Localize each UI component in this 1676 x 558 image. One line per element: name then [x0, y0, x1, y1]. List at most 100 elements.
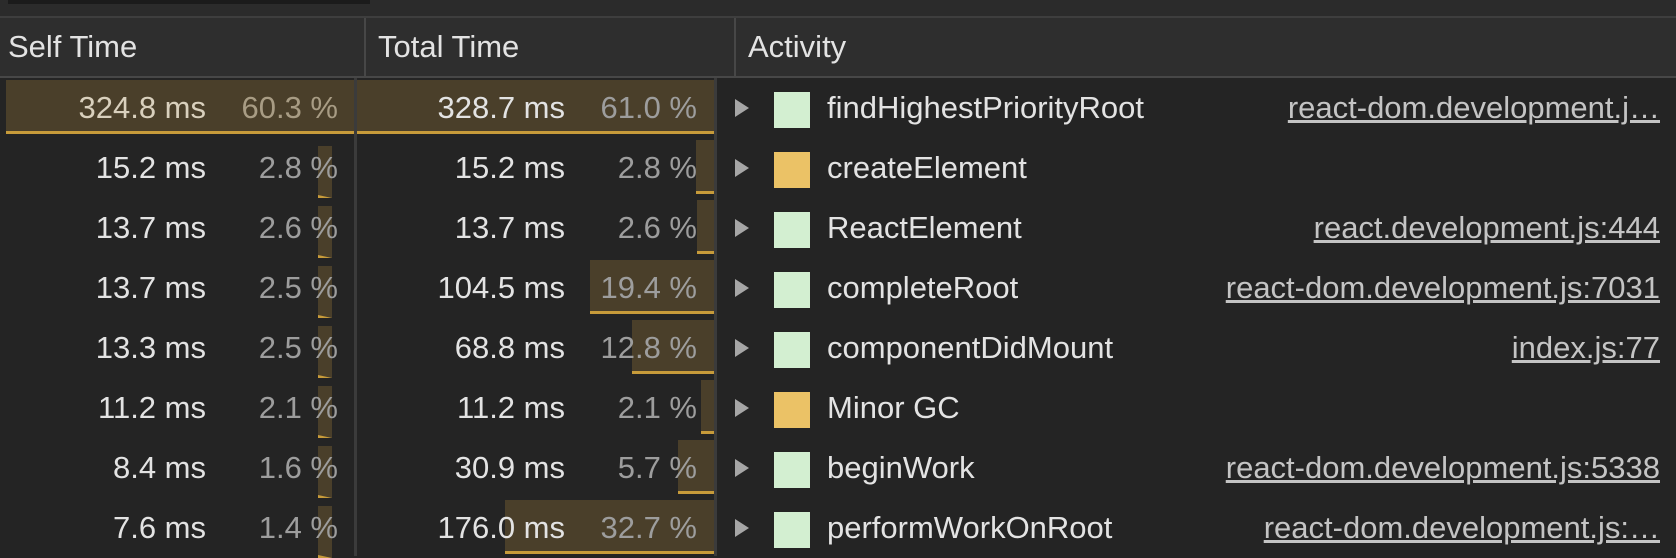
total-time-value: 68.8 ms: [454, 330, 565, 365]
total-time-column-header[interactable]: Total Time: [370, 18, 734, 76]
self-time-cell: 324.8 ms 60.3 %: [0, 78, 354, 138]
self-time-value: 8.4 ms: [112, 450, 206, 485]
expand-triangle-icon[interactable]: [735, 159, 749, 177]
total-time-percent: 19.4 %: [600, 270, 697, 305]
table-row[interactable]: 15.2 ms 2.8 % 15.2 ms 2.8 % createElement: [0, 138, 1676, 198]
category-color-swatch: [774, 212, 810, 248]
source-link[interactable]: react-dom.development.js:7031: [1226, 258, 1660, 318]
source-link[interactable]: index.js:77: [1512, 318, 1660, 378]
expand-triangle-icon[interactable]: [735, 399, 749, 417]
total-time-cell: 68.8 ms 12.8 %: [357, 318, 714, 378]
activity-name: beginWork: [827, 450, 975, 485]
toolbar-tab-stub: [8, 0, 370, 4]
activity-name: componentDidMount: [827, 330, 1114, 365]
total-time-percent: 32.7 %: [600, 510, 697, 545]
activity-cell: Minor GC: [717, 378, 1676, 438]
category-color-swatch: [774, 452, 810, 488]
self-time-cell: 8.4 ms 1.6 %: [0, 438, 354, 498]
self-time-value: 7.6 ms: [112, 510, 206, 545]
total-time-cell: 15.2 ms 2.8 %: [357, 138, 714, 198]
self-time-value: 13.7 ms: [95, 270, 206, 305]
category-color-swatch: [774, 272, 810, 308]
total-time-value: 176.0 ms: [437, 510, 565, 545]
self-time-percent: 2.1 %: [258, 390, 338, 425]
self-time-value: 13.3 ms: [95, 330, 206, 365]
self-time-value: 11.2 ms: [98, 390, 206, 425]
self-time-cell: 7.6 ms 1.4 %: [0, 498, 354, 558]
activity-name: findHighestPriorityRoot: [827, 90, 1145, 125]
total-time-percent: 61.0 %: [600, 90, 697, 125]
activity-column-header[interactable]: Activity: [740, 18, 1676, 76]
expand-triangle-icon[interactable]: [735, 279, 749, 297]
total-time-bar: [701, 380, 714, 434]
activity-cell: performWorkOnRoot react-dom.development.j…: [717, 498, 1676, 558]
table-row[interactable]: 8.4 ms 1.6 % 30.9 ms 5.7 % beginWork react-do…: [0, 438, 1676, 498]
source-link[interactable]: react-dom.development.j…: [1288, 78, 1660, 138]
activity-cell: createElement: [717, 138, 1676, 198]
header-divider[interactable]: [364, 18, 366, 76]
total-time-percent: 12.8 %: [600, 330, 697, 365]
table-row[interactable]: 13.3 ms 2.5 % 68.8 ms 12.8 % componentDidMou…: [0, 318, 1676, 378]
table-row[interactable]: 7.6 ms 1.4 % 176.0 ms 32.7 % performWorkOnRo…: [0, 498, 1676, 558]
table-row[interactable]: 11.2 ms 2.1 % 11.2 ms 2.1 % Minor GC: [0, 378, 1676, 438]
source-link[interactable]: react.development.js:444: [1314, 198, 1660, 258]
category-color-swatch: [774, 92, 810, 128]
expand-triangle-icon[interactable]: [735, 519, 749, 537]
total-time-bar: [696, 140, 714, 194]
total-time-value: 13.7 ms: [454, 210, 565, 245]
total-time-bar: [697, 200, 714, 254]
table-row[interactable]: 13.7 ms 2.6 % 13.7 ms 2.6 % ReactElement reac…: [0, 198, 1676, 258]
source-link[interactable]: react-dom.development.js:5338: [1226, 438, 1660, 498]
self-time-value: 324.8 ms: [78, 90, 206, 125]
self-time-percent: 2.6 %: [258, 210, 338, 245]
self-time-percent: 2.8 %: [258, 150, 338, 185]
total-time-percent: 2.1 %: [617, 390, 697, 425]
header-divider[interactable]: [734, 18, 736, 76]
activity-cell: beginWork react-dom.development.js:5338: [717, 438, 1676, 498]
table-header: Self Time Total Time Activity: [0, 18, 1676, 78]
activity-cell: ReactElement react.development.js:444: [717, 198, 1676, 258]
total-time-cell: 30.9 ms 5.7 %: [357, 438, 714, 498]
panel-toolbar-strip: [0, 0, 1676, 18]
self-time-percent: 60.3 %: [241, 90, 338, 125]
total-time-percent: 2.8 %: [617, 150, 697, 185]
activity-name: Minor GC: [827, 390, 960, 425]
source-link[interactable]: react-dom.development.js:…: [1264, 498, 1660, 558]
activity-name: completeRoot: [827, 270, 1019, 305]
total-time-cell: 328.7 ms 61.0 %: [357, 78, 714, 138]
activity-name: createElement: [827, 150, 1027, 185]
activity-cell: findHighestPriorityRoot react-dom.develop…: [717, 78, 1676, 138]
self-time-column-header[interactable]: Self Time: [0, 18, 364, 76]
total-time-cell: 104.5 ms 19.4 %: [357, 258, 714, 318]
total-time-percent: 5.7 %: [617, 450, 697, 485]
self-time-value: 13.7 ms: [95, 210, 206, 245]
activity-cell: completeRoot react-dom.development.js:703…: [717, 258, 1676, 318]
self-time-value: 15.2 ms: [95, 150, 206, 185]
self-time-percent: 2.5 %: [258, 330, 338, 365]
table-row[interactable]: 324.8 ms 60.3 % 328.7 ms 61.0 % findHighestP…: [0, 78, 1676, 138]
activity-name: ReactElement: [827, 210, 1022, 245]
total-time-value: 104.5 ms: [437, 270, 565, 305]
self-time-cell: 13.7 ms 2.5 %: [0, 258, 354, 318]
expand-triangle-icon[interactable]: [735, 339, 749, 357]
expand-triangle-icon[interactable]: [735, 99, 749, 117]
activity-cell: componentDidMount index.js:77: [717, 318, 1676, 378]
total-time-cell: 11.2 ms 2.1 %: [357, 378, 714, 438]
self-time-cell: 13.7 ms 2.6 %: [0, 198, 354, 258]
total-time-percent: 2.6 %: [617, 210, 697, 245]
total-time-value: 30.9 ms: [454, 450, 565, 485]
total-time-value: 328.7 ms: [437, 90, 565, 125]
activity-name: performWorkOnRoot: [827, 510, 1113, 545]
self-time-cell: 11.2 ms 2.1 %: [0, 378, 354, 438]
category-color-swatch: [774, 332, 810, 368]
self-time-percent: 2.5 %: [258, 270, 338, 305]
table-row[interactable]: 13.7 ms 2.5 % 104.5 ms 19.4 % completeRoot re…: [0, 258, 1676, 318]
self-time-cell: 13.3 ms 2.5 %: [0, 318, 354, 378]
category-color-swatch: [774, 152, 810, 188]
expand-triangle-icon[interactable]: [735, 219, 749, 237]
self-time-percent: 1.6 %: [258, 450, 338, 485]
total-time-cell: 13.7 ms 2.6 %: [357, 198, 714, 258]
total-time-value: 15.2 ms: [454, 150, 565, 185]
expand-triangle-icon[interactable]: [735, 459, 749, 477]
self-time-cell: 15.2 ms 2.8 %: [0, 138, 354, 198]
